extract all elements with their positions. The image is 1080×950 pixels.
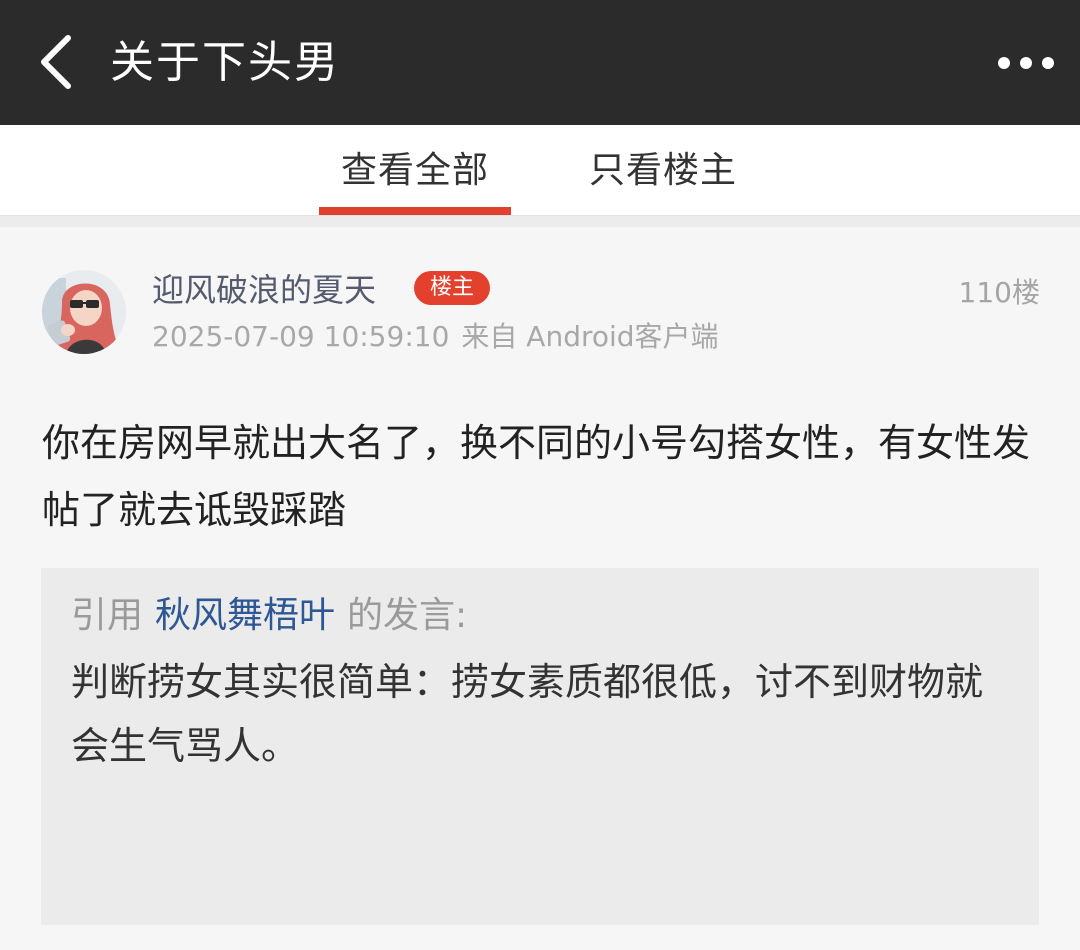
quote-block: 引用 秋风舞梧叶 的发言: 判断捞女其实很简单：捞女素质都很低，讨不到财物就会生气骂… <box>41 568 1039 925</box>
op-badge: 楼主 <box>414 271 490 305</box>
post-content: 你在房网早就出大名了，换不同的小号勾搭女性，有女性发帖了就去诋毁踩踏 <box>42 421 1031 532</box>
tab-view-all[interactable]: 查看全部 <box>318 125 512 215</box>
post-author-name[interactable]: 迎风破浪的夏天 <box>152 268 376 312</box>
top-bar: 关于下头男 <box>0 0 1080 125</box>
quote-author-link[interactable]: 秋风舞梧叶 <box>155 595 335 636</box>
quote-header: 引用 秋风舞梧叶 的发言: <box>71 588 467 644</box>
quote-suffix: 的发言: <box>347 595 468 636</box>
post-source: 来自 Android客户端 <box>461 320 719 353</box>
more-horizontal-icon <box>998 57 1054 69</box>
floor-number: 110楼 <box>958 276 1040 309</box>
active-tab-indicator <box>319 207 511 215</box>
tab-bar: 查看全部 只看楼主 <box>0 125 1080 215</box>
tab-op-only[interactable]: 只看楼主 <box>566 125 760 215</box>
chevron-left-icon <box>41 35 71 89</box>
quote-content: 判断捞女其实很简单：捞女素质都很低，讨不到财物就会生气骂人。 <box>71 660 984 768</box>
quote-prefix: 引用 <box>71 595 144 636</box>
section-divider <box>0 215 1080 227</box>
post-timestamp: 2025-07-09 10:59:10 <box>152 320 450 353</box>
page-title: 关于下头男 <box>110 37 340 88</box>
avatar[interactable] <box>42 270 126 354</box>
back-button[interactable] <box>22 22 92 102</box>
post-meta: 2025-07-09 10:59:10 来自 Android客户端 <box>152 318 731 356</box>
user-avatar-image <box>42 270 126 354</box>
more-button[interactable] <box>990 42 1062 84</box>
